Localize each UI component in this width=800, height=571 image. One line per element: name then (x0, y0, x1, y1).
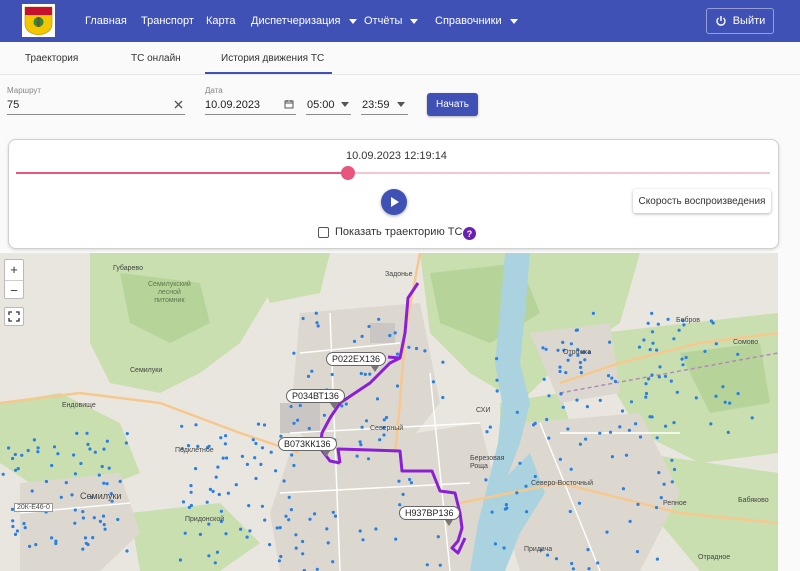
chevron-down-icon (348, 18, 357, 24)
vehicle-label[interactable]: Р034ВТ136 (286, 389, 345, 409)
time-to-select[interactable]: 23:59 (362, 99, 390, 111)
nav-dispatch[interactable]: Диспетчеризация (251, 0, 357, 42)
place-label: Задонье (385, 271, 413, 278)
place-label: Подклетное (175, 447, 214, 454)
play-button[interactable] (381, 189, 407, 215)
place-label: Северо-Восточный (531, 480, 593, 487)
vehicle-label[interactable]: Р022ЕХ136 (326, 352, 387, 372)
route-label: Маршрут (7, 86, 42, 95)
place-label: Сомово (733, 339, 759, 346)
place-label: Отрожка (563, 349, 592, 356)
map-view[interactable]: Губарево Семилукский лесной питомник Сем… (0, 253, 778, 571)
tab-bar: Траектория ТС онлайн История движения ТС (0, 42, 800, 75)
nav-main[interactable]: Главная (85, 0, 127, 42)
place-label: Придонской (185, 516, 225, 523)
chevron-down-icon[interactable] (341, 102, 349, 107)
playback-timestamp: 10.09.2023 12:19:14 (346, 150, 447, 162)
active-tab-indicator (205, 72, 332, 74)
tab-vehicles-online[interactable]: ТС онлайн (131, 42, 181, 75)
logout-label: Выйти (732, 15, 766, 27)
fullscreen-icon (8, 311, 20, 322)
zoom-control: + − (4, 259, 24, 299)
city-emblem-logo[interactable] (22, 4, 55, 37)
place-label: Ендовище (62, 402, 96, 409)
time-to-underline (361, 114, 408, 115)
zoom-out-button[interactable]: − (5, 280, 23, 299)
place-label: СХИ (476, 407, 491, 414)
show-trajectory-label: Показать траекторию ТС (335, 226, 463, 238)
date-underline (205, 114, 296, 115)
place-label: Семилукский лесной питомник (148, 281, 191, 304)
tab-trajectory[interactable]: Траектория (25, 42, 78, 75)
route-underline (7, 114, 185, 115)
nav-transport[interactable]: Транспорт (141, 0, 194, 42)
road-shield: 20К-Е46-0 (14, 503, 53, 512)
fullscreen-button[interactable] (4, 307, 24, 326)
time-from-select[interactable]: 05:00 (307, 99, 335, 111)
vehicle-label[interactable]: Н937ВР136 (399, 506, 460, 526)
place-label: Семилуки (130, 367, 163, 374)
show-trajectory-checkbox[interactable] (318, 227, 329, 238)
playback-slider-fill (16, 172, 348, 174)
place-label: Березовая Роща (470, 455, 505, 470)
place-label: Придача (524, 546, 553, 553)
logout-button[interactable]: Выйти (706, 8, 774, 34)
place-label: Северный (370, 425, 404, 432)
date-input[interactable]: 10.09.2023 (205, 99, 260, 111)
tab-movement-history[interactable]: История движения ТС (221, 42, 324, 75)
nav-directories[interactable]: Справочники (435, 0, 518, 42)
zoom-in-button[interactable]: + (5, 260, 23, 279)
top-app-bar: Главная Транспорт Карта Диспетчеризация … (0, 0, 800, 42)
place-label: Бабяково (738, 497, 769, 504)
place-label: Репное (663, 500, 687, 507)
place-label: Семилуки (80, 491, 122, 501)
map-canvas (0, 253, 778, 571)
chevron-down-icon[interactable] (397, 102, 405, 107)
clear-icon[interactable] (174, 100, 183, 109)
map-side-gutter (778, 253, 800, 571)
playback-slider-thumb[interactable] (340, 166, 355, 180)
nav-reports[interactable]: Отчёты (364, 0, 419, 42)
power-icon (716, 16, 726, 26)
nav-map[interactable]: Карта (206, 0, 235, 42)
time-from-underline (306, 114, 351, 115)
place-label: Губарево (113, 265, 143, 272)
calendar-icon[interactable] (284, 99, 294, 109)
help-icon[interactable]: ? (463, 227, 476, 240)
date-label: Дата (205, 86, 223, 95)
route-input[interactable]: 75 (7, 99, 19, 111)
playback-speed-button[interactable]: Скорость воспроизведения (633, 189, 771, 213)
place-label: Отрадное (698, 554, 731, 561)
place-label: Бобров (676, 317, 701, 324)
chevron-down-icon (509, 18, 518, 24)
start-button[interactable]: Начать (427, 93, 478, 116)
vehicle-label[interactable]: В073КК136 (278, 437, 337, 457)
chevron-down-icon (410, 18, 419, 24)
